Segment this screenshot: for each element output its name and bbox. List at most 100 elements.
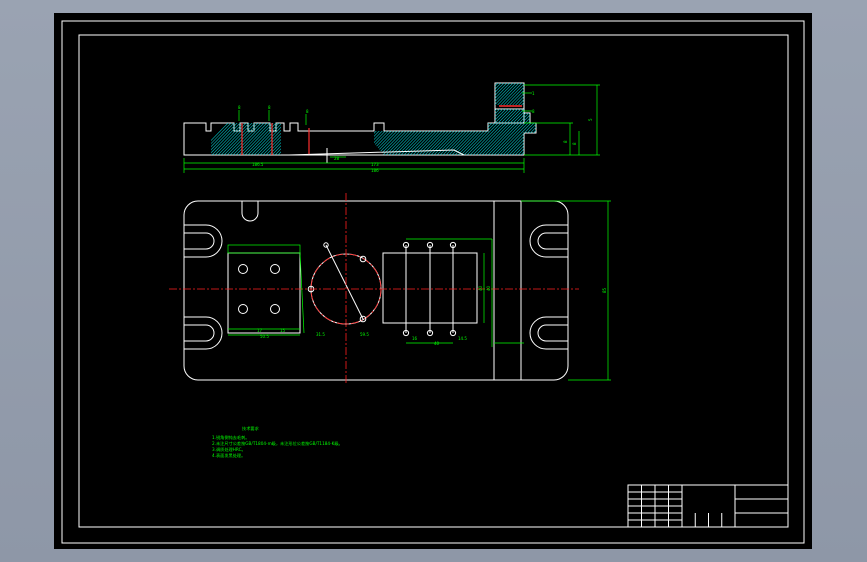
hatch-line bbox=[301, 83, 378, 155]
hatch-line bbox=[331, 83, 408, 155]
hatch-line bbox=[472, 83, 536, 155]
section-dim-7: 8 bbox=[563, 140, 568, 143]
hatch-line bbox=[211, 83, 285, 155]
hatch-line bbox=[403, 83, 480, 155]
hatch-line bbox=[475, 83, 536, 155]
hatch-line bbox=[289, 83, 366, 155]
hatch-line bbox=[280, 83, 357, 155]
hatch-line bbox=[529, 83, 536, 155]
plan-dim-11: 85 bbox=[602, 287, 607, 293]
hatch-line bbox=[460, 83, 536, 155]
hatch-line bbox=[235, 83, 312, 155]
hatch-line bbox=[322, 83, 399, 155]
hatch-line bbox=[466, 83, 536, 155]
hatch-line bbox=[247, 83, 324, 155]
hatch-line bbox=[397, 83, 474, 155]
hatch-line bbox=[316, 83, 393, 155]
notes-line-2: 2.未注尺寸公差按GB/T1804-m级，未注形位公差按GB/T1184-K级。 bbox=[212, 440, 343, 447]
hatch-line bbox=[376, 83, 453, 155]
hatch-line bbox=[427, 83, 504, 155]
hatch-line bbox=[349, 83, 426, 155]
hatch-line bbox=[539, 81, 614, 158]
hatch-line bbox=[499, 83, 536, 155]
hatch-line bbox=[385, 83, 462, 155]
hatch-line bbox=[298, 83, 375, 155]
title-block-grid bbox=[628, 485, 723, 527]
hatch-line bbox=[508, 83, 536, 155]
hatch-line bbox=[238, 83, 315, 155]
hatch-line bbox=[232, 83, 309, 155]
hatch-line bbox=[274, 83, 351, 155]
hatch-line bbox=[367, 83, 444, 155]
plan-dim-5: 59.5 bbox=[360, 332, 369, 337]
hatch-line bbox=[478, 83, 536, 155]
section-dim-6: 5 bbox=[588, 118, 593, 121]
section-dim-4: 1 bbox=[532, 91, 535, 96]
hatch-line bbox=[250, 83, 327, 155]
section-dim-12: 186 bbox=[371, 168, 379, 173]
hatch-line bbox=[400, 83, 477, 155]
section-dim-2: 8 bbox=[268, 105, 271, 110]
hatch-line bbox=[214, 83, 291, 155]
plan-slot-left-bottom-outer bbox=[184, 316, 223, 350]
hatch-line bbox=[442, 83, 519, 155]
hatch-line bbox=[256, 83, 333, 155]
hatch-line bbox=[352, 83, 429, 155]
notes-line-3: 3.调质处理HRC。 bbox=[212, 446, 246, 453]
plan-hole-1 bbox=[238, 264, 248, 274]
hatch-line bbox=[277, 83, 354, 155]
section-dim-5: 28 bbox=[334, 156, 340, 161]
hatch-line bbox=[566, 81, 641, 158]
hatch-line bbox=[211, 83, 282, 155]
section-dim-10: 186.5 bbox=[252, 162, 264, 167]
plan-view: 17 15 50.5 31.5 59.5 16 14.5 40 40 40 85 bbox=[169, 193, 611, 383]
hatch-line bbox=[394, 83, 471, 155]
hatch-line bbox=[481, 83, 536, 155]
hatch-line bbox=[439, 83, 516, 155]
hatch-line bbox=[373, 83, 450, 155]
hatch-line bbox=[379, 83, 456, 155]
plan-dim-6: 16 bbox=[412, 336, 418, 341]
hatch-line bbox=[560, 81, 635, 158]
cad-drawing-area[interactable]: 8 8 8 1 28 5 8 8 8 186.5 173 186 17 15 5… bbox=[54, 13, 812, 549]
hatch-line bbox=[268, 83, 345, 155]
hatch-line bbox=[364, 83, 441, 155]
section-dim-9: 8 bbox=[532, 109, 535, 114]
hatch-line bbox=[490, 83, 536, 155]
hatch-line bbox=[211, 83, 276, 155]
plan-slot-left-top-outer bbox=[184, 224, 223, 258]
plan-slot-right-top bbox=[537, 232, 568, 250]
hatch-line bbox=[412, 83, 489, 155]
hatch-line bbox=[211, 83, 273, 155]
hatch-line bbox=[307, 83, 384, 155]
plan-hole-3 bbox=[238, 304, 248, 314]
plan-slot-right-top-outer bbox=[529, 224, 568, 258]
hatch-line bbox=[415, 83, 492, 155]
hatch-line bbox=[454, 83, 531, 155]
dim-box-left bbox=[227, 244, 301, 254]
hatch-line bbox=[409, 83, 486, 155]
hatch-line bbox=[346, 83, 423, 155]
hatch-line bbox=[325, 83, 402, 155]
hatch-line bbox=[370, 83, 447, 155]
plan-hole-4 bbox=[270, 304, 280, 314]
plan-dim-1: 17 bbox=[257, 328, 263, 333]
hatch-line bbox=[545, 81, 620, 158]
hatch-line bbox=[361, 83, 438, 155]
plan-dim-4: 31.5 bbox=[316, 332, 325, 337]
hatch-line bbox=[226, 83, 303, 155]
hatch-line bbox=[557, 81, 632, 158]
hatch-line bbox=[223, 83, 300, 155]
hatch-line bbox=[463, 83, 536, 155]
hatch-line bbox=[343, 83, 420, 155]
hatch-line bbox=[262, 83, 339, 155]
hatch-line bbox=[424, 83, 501, 155]
plan-dim-2: 15 bbox=[280, 328, 286, 333]
section-dim-3: 8 bbox=[306, 109, 309, 114]
hatch-line bbox=[391, 83, 468, 155]
hatch-line bbox=[433, 83, 510, 155]
hatch-line bbox=[517, 83, 536, 155]
hatch-line bbox=[448, 83, 525, 155]
hatch-line bbox=[502, 83, 536, 155]
hatch-line bbox=[572, 81, 647, 158]
